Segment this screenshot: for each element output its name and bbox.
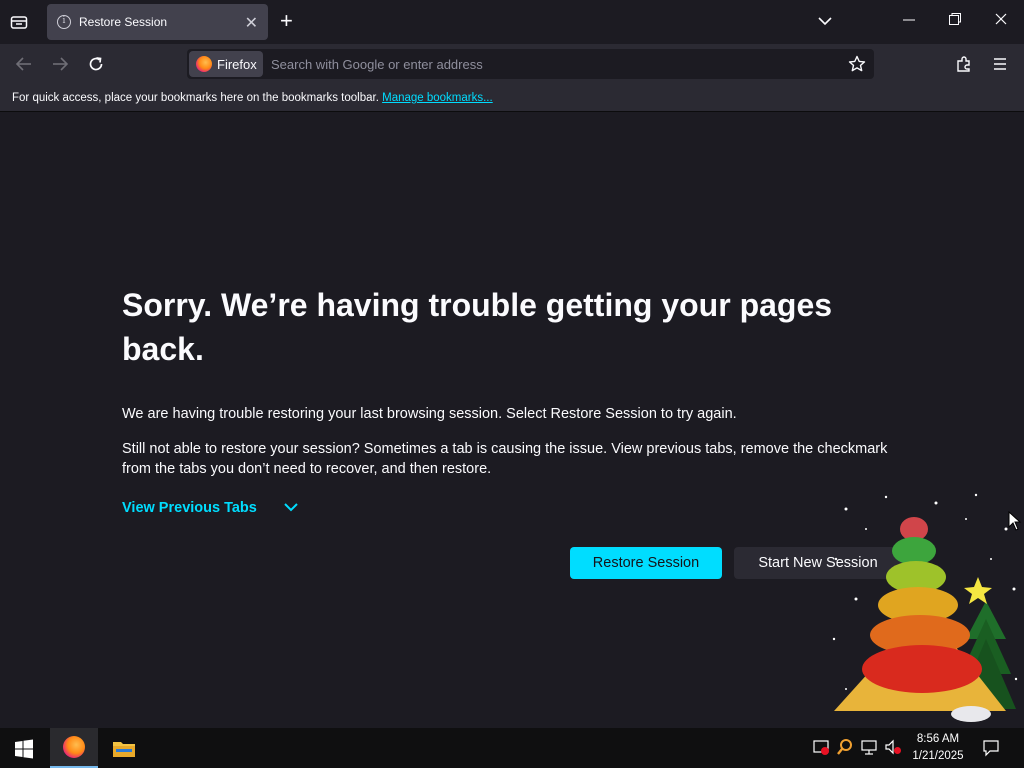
chevron-down-icon xyxy=(283,500,299,516)
description-text: We are having trouble restoring your las… xyxy=(122,406,737,422)
volume-muted-icon[interactable] xyxy=(884,738,902,761)
reload-icon[interactable] xyxy=(86,54,106,74)
close-tab-icon[interactable]: ✕ xyxy=(245,13,258,33)
file-explorer-icon[interactable] xyxy=(112,738,136,763)
menu-hamburger-icon[interactable] xyxy=(990,54,1010,74)
back-icon[interactable] xyxy=(14,54,34,74)
page-content: Sorry. We’re having trouble getting your… xyxy=(0,113,1024,728)
tab-strip: i Restore Session ✕ + xyxy=(0,0,1024,44)
taskbar-firefox-icon[interactable] xyxy=(50,728,98,768)
list-all-tabs-icon[interactable] xyxy=(817,13,833,34)
extensions-icon[interactable] xyxy=(954,54,974,74)
system-tray xyxy=(812,738,902,761)
clock-date: 1/21/2025 xyxy=(912,750,964,762)
tab-restore-session[interactable]: i Restore Session ✕ xyxy=(47,4,268,40)
tab-manager-icon[interactable] xyxy=(8,11,30,33)
page-title: Sorry. We’re having trouble getting your… xyxy=(122,287,833,367)
bookmarks-toolbar: For quick access, place your bookmarks h… xyxy=(0,84,1024,112)
info-icon: i xyxy=(57,15,71,29)
minimize-icon[interactable] xyxy=(902,12,916,29)
help-text: Still not able to restore your session? … xyxy=(122,441,888,477)
new-tab-icon[interactable]: + xyxy=(280,10,293,32)
url-input[interactable] xyxy=(271,49,831,79)
tab-title: Restore Session xyxy=(79,15,168,29)
identity-label: Firefox xyxy=(217,56,257,72)
bookmark-star-icon[interactable] xyxy=(848,55,866,78)
mouse-cursor-icon xyxy=(1008,510,1022,536)
firefox-logo-icon xyxy=(196,56,212,72)
restore-session-button[interactable]: Restore Session xyxy=(570,547,722,579)
bookmarks-hint: For quick access, place your bookmarks h… xyxy=(12,92,379,104)
view-previous-tabs-toggle[interactable]: View Previous Tabs xyxy=(122,500,299,516)
close-window-icon[interactable] xyxy=(994,12,1008,29)
restore-window-icon[interactable] xyxy=(948,12,962,29)
action-center-icon[interactable] xyxy=(982,739,1000,762)
view-previous-tabs-label: View Previous Tabs xyxy=(122,500,257,516)
taskbar: 8:56 AM 1/21/2025 xyxy=(0,728,1024,768)
navigation-toolbar: Firefox xyxy=(0,44,1024,84)
christmas-tree-decoration xyxy=(826,489,1022,725)
forward-icon[interactable] xyxy=(50,54,70,74)
security-icon[interactable] xyxy=(812,738,830,761)
manage-bookmarks-link[interactable]: Manage bookmarks... xyxy=(382,92,493,104)
search-icon[interactable] xyxy=(836,738,854,761)
taskbar-clock[interactable]: 8:56 AM 1/21/2025 xyxy=(904,731,972,765)
windows-start-icon[interactable] xyxy=(14,739,34,764)
network-icon[interactable] xyxy=(860,738,878,761)
clock-time: 8:56 AM xyxy=(916,733,960,745)
identity-box[interactable]: Firefox xyxy=(189,51,263,77)
address-bar[interactable]: Firefox xyxy=(187,49,874,79)
